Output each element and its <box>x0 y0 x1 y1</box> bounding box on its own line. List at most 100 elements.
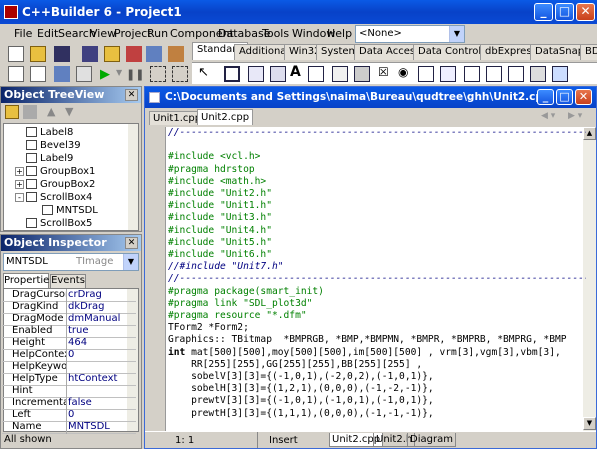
label-icon[interactable]: A <box>290 64 301 80</box>
edit-icon[interactable] <box>308 66 324 82</box>
menu-file[interactable]: File <box>14 27 32 40</box>
checkbox-icon[interactable]: ☒ <box>378 65 389 79</box>
tab-events[interactable]: Events <box>50 274 86 288</box>
code-line[interactable]: //--------------------------------------… <box>168 127 586 139</box>
code-line[interactable]: #include "Unit3.h" <box>168 212 586 224</box>
property-value[interactable]: 464 <box>68 337 136 348</box>
bottom-tab-diagram[interactable]: Diagram <box>407 433 456 447</box>
property-value[interactable]: 0 <box>68 349 136 360</box>
arrow-down-icon[interactable]: ▼ <box>65 105 73 118</box>
code-line[interactable]: #include "Unit1.h" <box>168 200 586 212</box>
add-file-icon[interactable] <box>126 46 142 62</box>
minimize-button[interactable]: _ <box>534 3 553 21</box>
save-icon[interactable] <box>54 46 70 62</box>
palette-tab-bde[interactable]: BDE <box>580 44 597 60</box>
expand-icon[interactable]: + <box>15 167 24 176</box>
remove-file-icon[interactable] <box>146 46 162 62</box>
open-project-icon[interactable] <box>104 46 120 62</box>
tree-item-selected[interactable]: MNTSDL <box>42 205 98 217</box>
back-icon[interactable]: ◀ ▾ <box>541 111 555 121</box>
new-form-icon[interactable] <box>76 66 92 82</box>
close-icon[interactable]: ✕ <box>125 89 138 101</box>
menu-view[interactable]: View <box>90 27 116 40</box>
property-value[interactable]: true <box>68 325 136 336</box>
property-value[interactable]: htContext <box>68 373 136 384</box>
editor-maximize-button[interactable]: □ <box>556 89 573 105</box>
mainmenu-icon[interactable] <box>248 66 264 82</box>
code-line[interactable]: #pragma package(smart_init) <box>168 286 586 298</box>
code-line[interactable]: #pragma link "SDL_plot3d" <box>168 298 586 310</box>
menu-help[interactable]: Help <box>327 27 352 40</box>
new-item-icon[interactable] <box>5 105 19 119</box>
radiobutton-icon[interactable]: ◉ <box>398 65 408 79</box>
tree-item[interactable]: Label8 <box>26 127 73 139</box>
close-icon[interactable]: ✕ <box>125 237 138 249</box>
code-line[interactable]: sobelV[3][3]={(-1,0,1),(-2,0,2),(-1,0,1)… <box>168 371 586 383</box>
panel-icon[interactable] <box>530 66 546 82</box>
code-line[interactable]: #include <math.h> <box>168 176 586 188</box>
code-line[interactable]: int mat[500][500],moy[500][500],im[500][… <box>168 347 586 359</box>
property-value[interactable]: false <box>68 397 136 408</box>
code-line[interactable]: #pragma resource "*.dfm" <box>168 310 586 322</box>
code-line[interactable]: #include <vcl.h> <box>168 151 586 163</box>
code-line[interactable]: TForm2 *Form2; <box>168 322 586 334</box>
code-line[interactable]: #include "Unit5.h" <box>168 237 586 249</box>
run-icon[interactable]: ▶ <box>100 67 110 82</box>
chevron-down-icon[interactable]: ▼ <box>123 254 138 270</box>
delete-item-icon[interactable] <box>23 105 37 119</box>
code-line[interactable]: Graphics:: TBitmap *BMPRGB, *BMP,*BMPMN,… <box>168 334 586 346</box>
menu-edit[interactable]: Edit <box>37 27 58 40</box>
editor-minimize-button[interactable]: _ <box>537 89 554 105</box>
close-button[interactable]: ✕ <box>576 3 595 21</box>
tree-item[interactable]: Bevel39 <box>26 140 81 152</box>
menu-project[interactable]: Project <box>114 27 152 40</box>
pointer-icon[interactable]: ↖ <box>198 65 209 80</box>
code-line[interactable]: #pragma hdrstop <box>168 164 586 176</box>
forward-icon[interactable]: ▶ ▾ <box>568 111 582 121</box>
save-all-icon[interactable] <box>82 46 98 62</box>
open-folder-icon[interactable] <box>30 46 46 62</box>
code-line[interactable]: prewtH[3][3]={(1,1,1),(0,0,0),(-1,-1,-1)… <box>168 408 586 420</box>
editor-close-button[interactable]: ✕ <box>575 89 592 105</box>
button-icon[interactable] <box>354 66 370 82</box>
code-line[interactable]: RR[255][255],GG[255][255],BB[255][255] , <box>168 359 586 371</box>
tree-item[interactable]: + GroupBox1 <box>15 166 95 178</box>
property-value[interactable]: MNTSDL <box>68 421 136 432</box>
property-row[interactable]: Name MNTSDL <box>2 421 136 434</box>
listbox-icon[interactable] <box>418 66 434 82</box>
view-form-icon[interactable] <box>30 66 46 82</box>
arrow-up-icon[interactable]: ▲ <box>47 105 55 118</box>
groupbox-icon[interactable] <box>486 66 502 82</box>
maximize-button[interactable]: □ <box>555 3 574 21</box>
new-file-icon[interactable] <box>8 46 24 62</box>
property-value[interactable]: 0 <box>68 409 136 420</box>
tree-item[interactable]: Label9 <box>26 153 73 165</box>
tab-properties[interactable]: Properties <box>3 273 55 288</box>
build-config-combo[interactable]: <None> ▼ <box>355 25 465 43</box>
radiogroup-icon[interactable] <box>508 66 524 82</box>
tree-item[interactable]: ScrollBox5 <box>26 218 92 230</box>
code-line[interactable]: //--------------------------------------… <box>168 273 586 285</box>
code-line[interactable]: #include "Unit4.h" <box>168 225 586 237</box>
code-line[interactable]: //#include "Unit7.h" <box>168 261 586 273</box>
pause-icon[interactable]: ❚❚ <box>126 68 144 81</box>
tree-item[interactable]: + GroupBox2 <box>15 179 95 191</box>
property-value[interactable]: crDrag <box>68 289 136 300</box>
property-value[interactable]: dkDrag <box>68 301 136 312</box>
tree-item[interactable]: - ScrollBox4 <box>15 192 92 204</box>
collapse-icon[interactable]: - <box>15 193 24 202</box>
toggle-form-unit-icon[interactable] <box>54 66 70 82</box>
scrollbar-icon[interactable] <box>464 66 480 82</box>
run-dropdown-icon[interactable]: ▼ <box>116 68 122 77</box>
property-value[interactable]: dmManual <box>68 313 136 324</box>
component-selector[interactable]: MNTSDL TImage ▼ <box>3 253 139 271</box>
code-line[interactable] <box>168 139 586 151</box>
actionlist-icon[interactable] <box>552 66 568 82</box>
expand-icon[interactable]: + <box>15 180 24 189</box>
menu-tools[interactable]: Tools <box>262 27 289 40</box>
combobox-icon[interactable] <box>440 66 456 82</box>
code-line[interactable]: prewtV[3][3]={(-1,0,1),(-1,0,1),(-1,0,1)… <box>168 395 586 407</box>
treeview-scrollbar[interactable] <box>128 124 138 230</box>
code-line[interactable]: sobelH[3][3]={(1,2,1),(0,0,0),(-1,-2,-1)… <box>168 383 586 395</box>
code-line[interactable]: #include "Unit2.h" <box>168 188 586 200</box>
